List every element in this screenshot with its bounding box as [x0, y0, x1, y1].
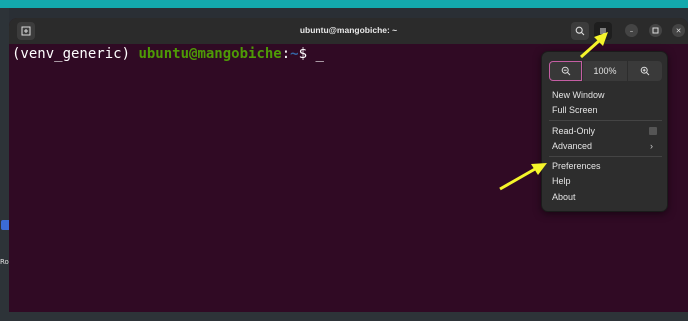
chevron-right-icon: ›: [650, 141, 653, 151]
annotation-arrow-menu-icon: [579, 32, 608, 59]
hamburger-menu-popover: 100% New Window Full Screen Read-Only Ad…: [541, 51, 668, 212]
zoom-controls: 100%: [549, 61, 662, 81]
zoom-level: 100%: [582, 61, 628, 81]
zoom-in-icon: [640, 66, 650, 76]
close-icon: ✕: [675, 26, 682, 35]
minimize-button[interactable]: –: [625, 24, 638, 37]
prompt-user-host: ubuntu@mangobiche: [138, 46, 282, 62]
zoom-out-icon: [561, 66, 570, 76]
prompt-path: ~: [290, 46, 299, 62]
menu-item-preferences[interactable]: Preferences: [552, 161, 601, 171]
minimize-icon: –: [629, 26, 634, 35]
desktop-background: [0, 8, 9, 321]
menu-item-new-window[interactable]: New Window: [552, 90, 605, 100]
menu-item-read-only[interactable]: Read-Only: [552, 126, 595, 136]
annotation-arrow-preferences-icon: [499, 163, 547, 191]
prompt-colon: :: [281, 46, 291, 62]
menu-separator: [549, 120, 662, 121]
menu-item-advanced[interactable]: Advanced: [552, 141, 592, 151]
zoom-in-button[interactable]: [628, 61, 662, 81]
menu-item-full-screen[interactable]: Full Screen: [552, 105, 598, 115]
menu-separator: [549, 156, 662, 157]
desktop-bottom-edge: [0, 312, 688, 321]
terminal-cursor: _: [315, 46, 324, 62]
prompt-dollar: $: [298, 46, 316, 62]
read-only-checkbox[interactable]: [649, 127, 657, 135]
maximize-icon: [652, 27, 659, 34]
close-button[interactable]: ✕: [672, 24, 685, 37]
menu-item-about[interactable]: About: [552, 192, 576, 202]
venv-label: (venv_generic): [12, 46, 139, 62]
menu-item-help[interactable]: Help: [552, 176, 571, 186]
desktop-top-bar: [0, 0, 688, 8]
zoom-out-button[interactable]: [549, 61, 582, 81]
maximize-button[interactable]: [649, 24, 662, 37]
